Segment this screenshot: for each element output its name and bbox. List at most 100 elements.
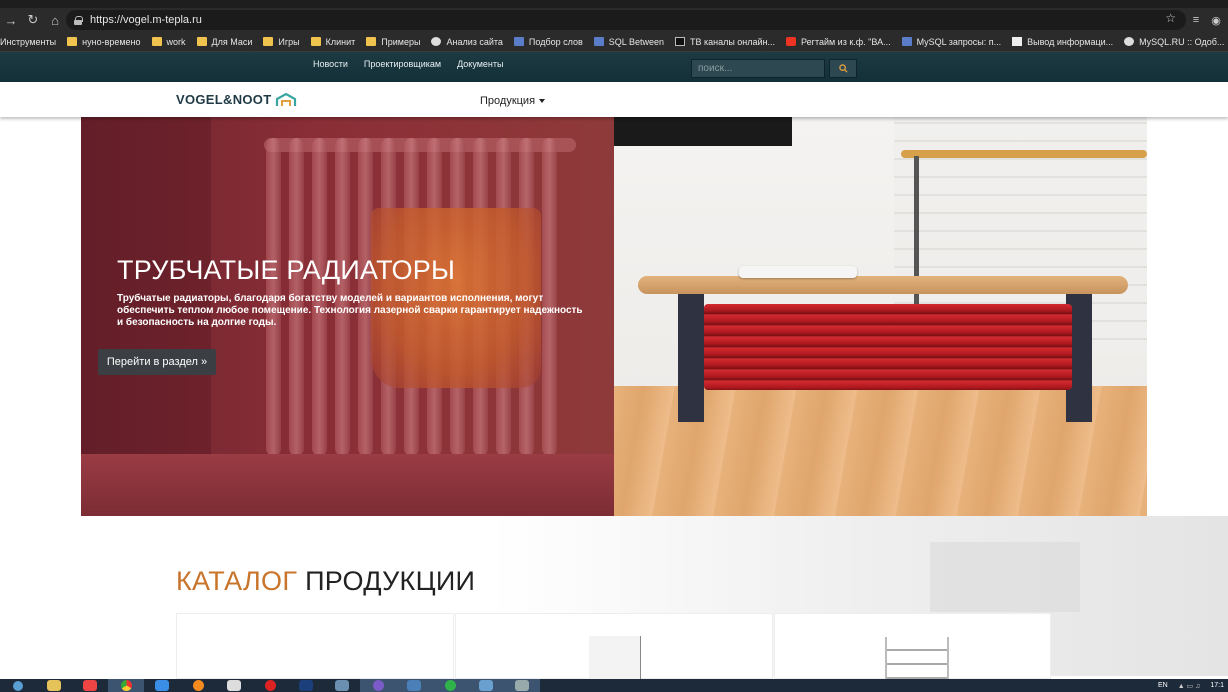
house-logo-icon (276, 92, 297, 106)
bookmark-label: Анализ сайта (446, 36, 503, 47)
tool-app-icon[interactable] (504, 679, 540, 692)
folder-icon (196, 37, 207, 46)
bookmark-label: work (166, 36, 186, 47)
tab-strip[interactable] (0, 0, 1228, 8)
logo-text: VOGEL&NOOT (176, 92, 272, 107)
viber-icon[interactable] (360, 679, 396, 692)
url-field[interactable]: https://vogel.m-tepla.ru (66, 10, 1186, 30)
firefox-icon[interactable] (180, 679, 216, 692)
bookmark-item[interactable]: ТВ каналы онлайн... (674, 36, 776, 47)
home-icon[interactable]: ⌂ (44, 9, 66, 31)
opera-icon[interactable] (252, 679, 288, 692)
bookmark-item[interactable]: Для Маси (196, 36, 253, 47)
globe-icon (1124, 37, 1135, 46)
bookmark-label: Примеры (381, 36, 421, 47)
explorer-icon[interactable] (36, 679, 72, 692)
search-input[interactable]: поиск... (691, 59, 825, 78)
catalog-card-3[interactable] (774, 613, 1051, 681)
bookmark-item[interactable]: SQL Between (593, 36, 664, 47)
bookmark-label: SQL Between (608, 36, 664, 47)
folder-icon (366, 37, 377, 46)
catalog-card-image (589, 636, 641, 682)
bookmark-item[interactable]: Подбор слов (513, 36, 583, 47)
products-menu-label: Продукция (480, 95, 536, 107)
db-icon (901, 37, 912, 46)
grid-icon (593, 37, 604, 46)
wall-shadow (81, 116, 211, 456)
reload-icon[interactable]: ↻ (22, 9, 44, 31)
nav-documents[interactable]: Документы (457, 59, 503, 69)
catalog-card-2[interactable] (455, 613, 773, 682)
floor-left (81, 454, 614, 516)
url-text: https://vogel.m-tepla.ru (90, 14, 202, 26)
bookmark-label: Клинит (325, 36, 356, 47)
catalog-card-1[interactable] (176, 613, 454, 679)
start-button[interactable] (0, 679, 36, 692)
image-app-icon[interactable] (324, 679, 360, 692)
catalog-title-accent: КАТАЛОГ (176, 566, 298, 596)
globe-icon (431, 37, 442, 46)
bookmarks-bar: Инструменты нуно-времено work Для Маси Игры К… (0, 32, 1228, 52)
ie-icon[interactable] (144, 679, 180, 692)
whatsapp-icon[interactable] (432, 679, 468, 692)
bookmark-item[interactable]: Примеры (366, 37, 420, 47)
nav-designers[interactable]: Проектировщикам (364, 59, 441, 69)
folder-icon (310, 37, 321, 46)
window-app-icon[interactable] (468, 679, 504, 692)
language-indicator[interactable]: EN (1158, 682, 1168, 689)
site-header: VOGEL&NOOT Продукция (0, 82, 1228, 117)
address-bar-row: → ↻ ⌂ https://vogel.m-tepla.ru ☆ ≡ ◉ (0, 8, 1228, 32)
search-button[interactable] (829, 59, 857, 78)
bookmark-item[interactable]: MySQL.RU :: Одоб... (1124, 37, 1224, 47)
nav-news[interactable]: Новости (313, 59, 348, 69)
chart-icon (513, 37, 524, 46)
bookmark-item[interactable]: MySQL запросы: п... (901, 36, 1002, 47)
folder-icon (67, 37, 78, 46)
folder-icon (263, 37, 274, 46)
hero-description: Трубчатые радиаторы, благодаря богатству… (117, 293, 583, 328)
tray-icons[interactable]: ▲ ▭ ♫ (1178, 682, 1201, 690)
bookmark-label: ТВ каналы онлайн... (689, 36, 776, 47)
bookmark-item[interactable]: Вывод информаци... (1012, 37, 1113, 47)
site-logo[interactable]: VOGEL&NOOT (176, 92, 297, 107)
youtube-icon (786, 37, 797, 46)
chrome-icon[interactable] (108, 679, 144, 692)
notepad-icon[interactable] (216, 679, 252, 692)
back-icon[interactable]: → (0, 9, 22, 31)
bench-leg-left (678, 292, 704, 422)
bookmark-item[interactable]: Анализ сайта (431, 36, 503, 47)
dark-panel (614, 116, 792, 146)
red-tube-radiator (704, 304, 1072, 390)
bookmark-label: MySQL запросы: п... (916, 36, 1002, 47)
bookmark-item[interactable]: нуно-времено (67, 37, 141, 47)
bookmark-item[interactable]: Клинит (310, 36, 356, 47)
bookmark-label: Подбор слов (528, 36, 583, 47)
top-nav: Новости Проектировщикам Документы (313, 59, 503, 69)
bookmark-label: Регтайм из к.ф. "ВА... (801, 36, 891, 47)
bookmark-label: Вывод информаци... (1027, 36, 1114, 47)
photoshop-icon[interactable] (288, 679, 324, 692)
bookmark-item[interactable]: work (151, 36, 186, 47)
clock[interactable]: 17:1 (1210, 682, 1224, 689)
hero-title: ТРУБЧАТЫЕ РАДИАТОРЫ (117, 255, 456, 285)
bookmark-label: Игры (278, 36, 300, 47)
products-menu[interactable]: Продукция (480, 95, 546, 107)
extension-icon[interactable]: ◉ (1206, 10, 1226, 30)
bookmark-label: Инструменты (0, 36, 57, 47)
bookmark-label: MySQL.RU :: Одоб... (1139, 36, 1225, 47)
folder-icon (151, 37, 162, 46)
lock-icon (74, 15, 83, 25)
app-icon[interactable] (72, 679, 108, 692)
reading-list-icon[interactable]: ≡ (1186, 10, 1206, 30)
bookmark-item[interactable]: Регтайм из к.ф. "ВА... (786, 37, 891, 47)
browser-window: → ↻ ⌂ https://vogel.m-tepla.ru ☆ ≡ ◉ Инс… (0, 0, 1228, 692)
bookmark-item[interactable]: Игры (263, 36, 300, 47)
bookmark-item[interactable]: Инструменты (0, 37, 56, 47)
catalog-bg-shape (930, 542, 1080, 612)
remote-desktop-icon[interactable] (396, 679, 432, 692)
chevron-down-icon (539, 99, 546, 104)
catalog-card-image (885, 637, 949, 681)
hero-cta-button[interactable]: Перейти в раздел » (98, 349, 216, 375)
bookmark-label: Для Маси (211, 36, 253, 47)
bookmark-star-icon[interactable]: ☆ (1165, 11, 1176, 25)
